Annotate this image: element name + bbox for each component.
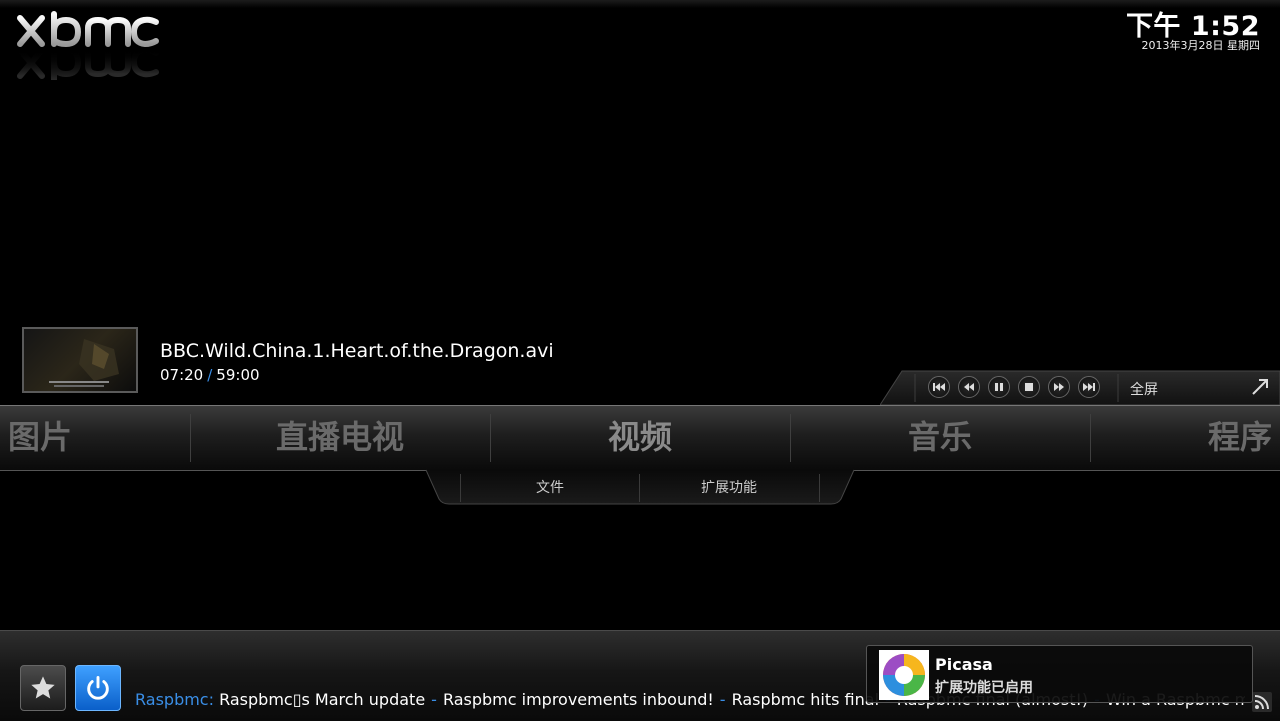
xbmc-logo: [17, 11, 159, 80]
notification-message: 扩展功能已启用: [935, 680, 1033, 696]
skip-next-button[interactable]: [1078, 376, 1100, 398]
favourites-button[interactable]: [20, 665, 66, 711]
power-button[interactable]: [75, 665, 121, 711]
elapsed-time: 07:20: [160, 366, 204, 384]
notification-title: Picasa: [935, 655, 993, 674]
picasa-logo: [883, 654, 925, 696]
now-playing-thumbnail[interactable]: [22, 327, 138, 393]
ticker-headline: Raspbmc▯s March update: [219, 690, 426, 709]
picasa-icon: [879, 650, 929, 700]
rss-icon[interactable]: [1252, 692, 1272, 712]
skip-previous-icon: [933, 383, 945, 391]
time-separator: /: [207, 366, 213, 384]
power-icon: [87, 676, 109, 700]
now-playing-title: BBC.Wild.China.1.Heart.of.the.Dragon.avi: [160, 340, 554, 362]
stop-icon: [1025, 383, 1033, 391]
total-duration: 59:00: [216, 366, 260, 384]
ticker-separator: -: [719, 690, 726, 709]
pause-button[interactable]: [988, 376, 1010, 398]
fullscreen-button[interactable]: 全屏: [1130, 379, 1158, 399]
submenu-item-addons[interactable]: 扩展功能: [640, 474, 818, 504]
skip-next-icon: [1083, 383, 1095, 391]
rewind-icon: [964, 383, 974, 391]
submenu-item-files[interactable]: 文件: [461, 474, 639, 504]
clock-date: 2013年3月28日 星期四: [1141, 39, 1261, 52]
menu-item-programs[interactable]: 程序: [1090, 406, 1280, 470]
ticker-source: Raspbmc:: [135, 690, 214, 709]
menu-item-pictures[interactable]: 图片: [0, 406, 190, 470]
star-icon: [31, 676, 55, 699]
fast-forward-icon: [1054, 383, 1064, 391]
fullscreen-icon[interactable]: [1250, 377, 1270, 397]
menu-item-videos[interactable]: 视频: [490, 406, 790, 470]
video-frame-image: [49, 339, 119, 387]
top-edge: [0, 0, 1280, 8]
ticker-separator: -: [431, 690, 437, 709]
now-playing-time: 07:20/59:00: [160, 366, 260, 384]
skip-previous-button[interactable]: [928, 376, 950, 398]
fast-forward-button[interactable]: [1048, 376, 1070, 398]
submenu-divider: [819, 474, 820, 502]
ticker-headline: Raspbmc hits final: [731, 690, 880, 709]
menu-item-live-tv[interactable]: 直播电视: [190, 406, 490, 470]
stop-button[interactable]: [1018, 376, 1040, 398]
menu-item-music[interactable]: 音乐: [790, 406, 1090, 470]
ticker-headline: Raspbmc improvements inbound!: [442, 690, 714, 709]
main-menu: 图片 直播电视 视频 音乐 程序: [0, 405, 1280, 471]
pause-icon: [995, 383, 1003, 391]
rewind-button[interactable]: [958, 376, 980, 398]
